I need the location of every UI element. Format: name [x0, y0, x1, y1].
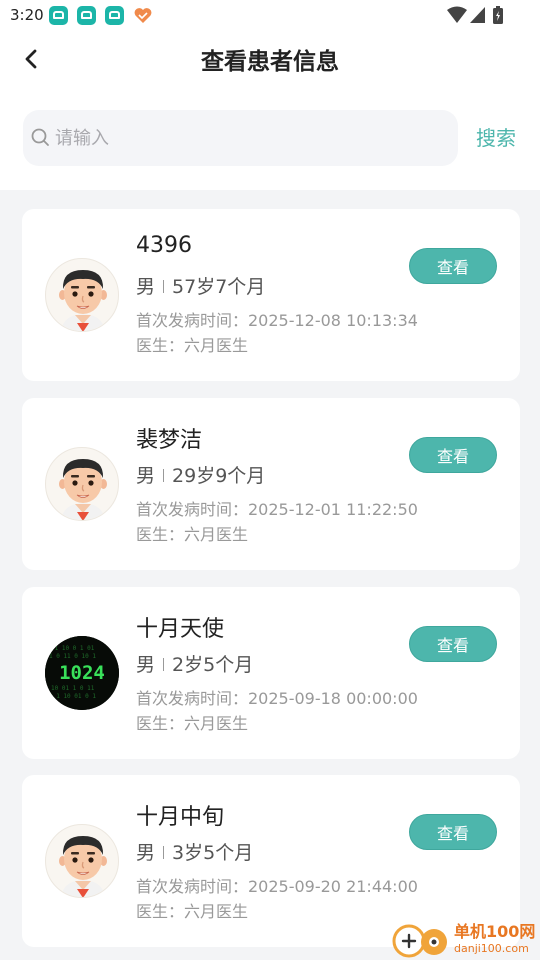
patient-onset-time: 首次发病时间：2025-12-08 10:13:34	[136, 311, 418, 330]
patient-avatar	[45, 447, 119, 521]
patient-age: 29岁9个月	[172, 465, 266, 487]
watermark-brand: 单机100网	[454, 922, 536, 941]
patient-avatar: 01 10 0 1 01 1 0 11 0 10 1 10 01 1 0 11 …	[45, 636, 119, 710]
patient-onset-time: 首次发病时间：2025-09-20 21:44:00	[136, 877, 418, 896]
cartoon-man-avatar-icon	[59, 836, 107, 897]
patient-gender: 男	[136, 276, 156, 298]
svg-text:1 0 11 0 10 1: 1 0 11 0 10 1	[49, 653, 96, 660]
patient-avatar	[45, 824, 119, 898]
patient-gender-age: 男 2岁5个月	[136, 650, 253, 677]
patient-age: 2岁5个月	[172, 654, 254, 676]
car-app-icon	[77, 6, 96, 25]
navigation-bar: 查看患者信息	[0, 34, 540, 82]
patient-doctor: 医生：六月医生	[136, 336, 249, 355]
code-1024-avatar-icon: 01 10 0 1 01 1 0 11 0 10 1 10 01 1 0 11 …	[45, 636, 119, 710]
view-button[interactable]: 查看	[409, 814, 497, 850]
watermark-logo-icon	[392, 924, 447, 958]
patient-age: 57岁7个月	[172, 276, 266, 298]
view-button[interactable]: 查看	[409, 626, 497, 662]
patient-onset-time: 首次发病时间：2025-09-18 00:00:00	[136, 689, 418, 708]
patient-gender-age: 男 3岁5个月	[136, 838, 253, 865]
patient-doctor: 医生：六月医生	[136, 902, 249, 921]
car-app-icon	[49, 6, 68, 25]
divider	[163, 658, 165, 671]
patient-doctor: 医生：六月医生	[136, 714, 249, 733]
patient-card[interactable]: 01 10 0 1 01 1 0 11 0 10 1 10 01 1 0 11 …	[22, 587, 520, 759]
search-button[interactable]: 搜索	[476, 122, 516, 151]
search-box[interactable]	[23, 110, 458, 166]
battery-icon	[493, 6, 503, 24]
divider	[163, 846, 165, 859]
patient-avatar	[45, 258, 119, 332]
patient-doctor: 医生：六月医生	[136, 525, 249, 544]
patient-onset-time: 首次发病时间：2025-12-01 11:22:50	[136, 500, 418, 519]
cellular-signal-icon	[470, 7, 485, 23]
watermark-url: danji100.com	[454, 942, 529, 955]
patient-gender: 男	[136, 654, 156, 676]
car-app-icon	[105, 6, 124, 25]
page-title: 查看患者信息	[201, 49, 339, 75]
cartoon-man-avatar-icon	[59, 270, 107, 331]
search-icon	[31, 128, 49, 146]
patient-name: 十月天使	[136, 617, 225, 642]
heart-app-icon	[134, 8, 152, 23]
patient-name: 裴梦洁	[136, 428, 203, 453]
patient-gender-age: 男 57岁7个月	[136, 272, 265, 299]
search-input[interactable]	[55, 120, 445, 156]
patient-card[interactable]: 4396 男 57岁7个月 首次发病时间：2025-12-08 10:13:34 …	[22, 209, 520, 381]
status-time: 3:20	[10, 6, 44, 24]
patient-card[interactable]: 裴梦洁 男 29岁9个月 首次发病时间：2025-12-01 11:22:50 医…	[22, 398, 520, 570]
watermark: 单机100网 danji100.com	[390, 918, 540, 960]
svg-text:0 1 10 01 0 1: 0 1 10 01 0 1	[49, 693, 96, 700]
patient-age: 3岁5个月	[172, 842, 254, 864]
avatar-code-text: 1024	[59, 662, 105, 684]
patient-gender-age: 男 29岁9个月	[136, 461, 265, 488]
patient-gender: 男	[136, 842, 156, 864]
wifi-icon	[447, 6, 467, 23]
patient-name: 十月中旬	[136, 805, 225, 830]
divider	[163, 280, 165, 293]
svg-text:10 01 1 0 11: 10 01 1 0 11	[51, 685, 95, 692]
svg-text:01 10 0 1 01: 01 10 0 1 01	[51, 645, 95, 652]
cartoon-man-avatar-icon	[59, 459, 107, 520]
view-button[interactable]: 查看	[409, 437, 497, 473]
patient-name: 4396	[136, 233, 192, 258]
view-button[interactable]: 查看	[409, 248, 497, 284]
status-bar: 3:20	[0, 0, 540, 32]
patient-gender: 男	[136, 465, 156, 487]
divider	[163, 469, 165, 482]
